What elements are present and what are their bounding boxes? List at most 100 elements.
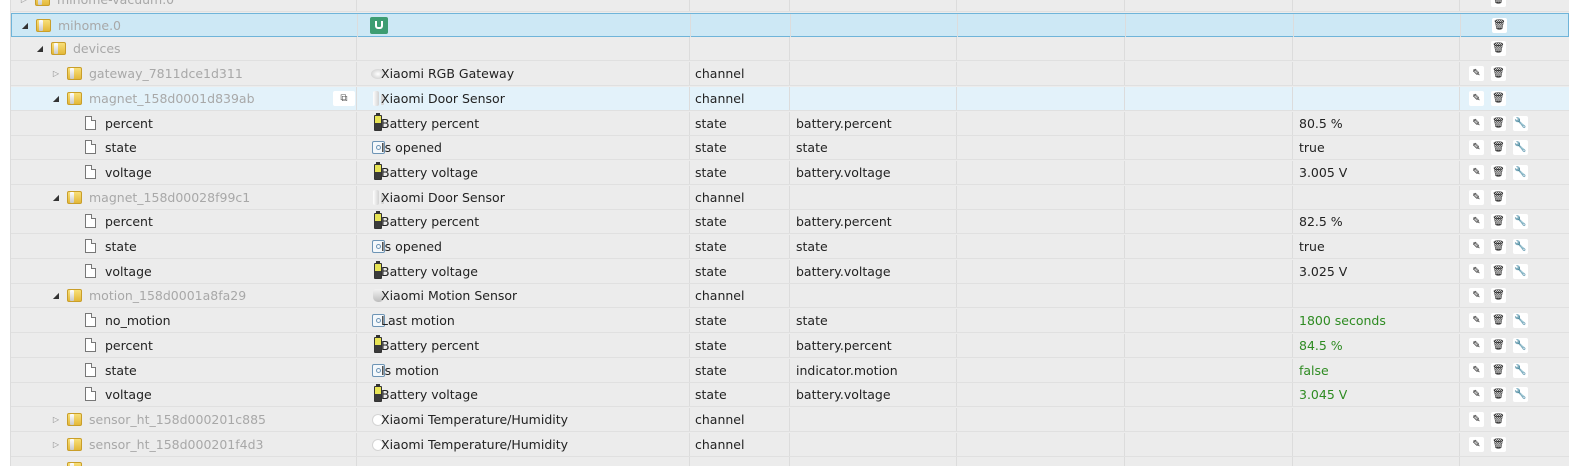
- object-id[interactable]: sensor_ht_158d000201c885: [89, 408, 266, 431]
- object-value[interactable]: true: [1299, 136, 1325, 159]
- object-id[interactable]: voltage: [105, 260, 152, 283]
- tree-row[interactable]: [11, 457, 1569, 466]
- collapse-toggle-icon[interactable]: ◢: [20, 14, 30, 37]
- delete-button[interactable]: 🗑: [1491, 337, 1506, 353]
- expand-toggle-icon[interactable]: ▷: [51, 62, 61, 85]
- object-id[interactable]: sensor_ht_158d000201f4d3: [89, 433, 264, 456]
- edit-button[interactable]: ✎: [1469, 164, 1484, 180]
- delete-button[interactable]: 🗑: [1491, 436, 1506, 452]
- tree-row[interactable]: voltage Battery voltage state battery.volta…: [11, 259, 1569, 284]
- tree-row[interactable]: ▷ sensor_ht_158d000201c885 Xiaomi Temperat…: [11, 407, 1569, 432]
- collapse-toggle-icon[interactable]: ◢: [51, 186, 61, 209]
- tree-row[interactable]: no_motion Last motion state state 1800 secon…: [11, 309, 1569, 334]
- tree-row[interactable]: state Is opened state state true ✎ 🗑 🔧: [11, 136, 1569, 161]
- object-id[interactable]: mihome-vacuum.0: [57, 0, 174, 11]
- edit-button[interactable]: ✎: [1469, 189, 1484, 205]
- expand-toggle-icon[interactable]: ▷: [19, 0, 29, 11]
- copy-id-button[interactable]: ⧉: [333, 90, 355, 106]
- custom-settings-button[interactable]: 🔧: [1513, 362, 1528, 378]
- edit-button[interactable]: ✎: [1469, 313, 1484, 329]
- object-id[interactable]: devices: [73, 37, 121, 60]
- delete-button[interactable]: 🗑: [1491, 411, 1506, 427]
- tree-row[interactable]: ◢ magnet_158d00028f99c1 Xiaomi Door Sensor…: [11, 185, 1569, 210]
- tree-row[interactable]: voltage Battery voltage state battery.volta…: [11, 383, 1569, 408]
- delete-button[interactable]: 🗑: [1491, 66, 1506, 82]
- tree-row[interactable]: percent Battery percent state battery.perce…: [11, 111, 1569, 136]
- object-id[interactable]: magnet_158d0001d839ab: [89, 87, 255, 110]
- tree-row[interactable]: ◢ magnet_158d0001d839ab ⧉ Xiaomi Door Senso…: [11, 86, 1569, 111]
- custom-settings-button[interactable]: 🔧: [1513, 387, 1528, 403]
- delete-button[interactable]: 🗑: [1491, 362, 1506, 378]
- delete-button[interactable]: 🗑: [1491, 41, 1506, 57]
- delete-button[interactable]: 🗑: [1491, 0, 1506, 7]
- tree-row[interactable]: ◢ devices 🗑: [11, 37, 1569, 62]
- delete-button[interactable]: 🗑: [1491, 313, 1506, 329]
- edit-button[interactable]: ✎: [1469, 239, 1484, 254]
- delete-button[interactable]: 🗑: [1491, 189, 1506, 205]
- edit-button[interactable]: ✎: [1469, 337, 1484, 353]
- object-value[interactable]: 3.005 V: [1299, 161, 1347, 184]
- custom-settings-button[interactable]: 🔧: [1513, 313, 1528, 329]
- tree-row[interactable]: ◢ mihome.0 🗑: [11, 12, 1569, 37]
- object-id[interactable]: mihome.0: [58, 14, 121, 37]
- tree-row[interactable]: ▷ sensor_ht_158d000201f4d3 Xiaomi Temperat…: [11, 432, 1569, 457]
- custom-settings-button[interactable]: 🔧: [1513, 239, 1528, 254]
- tree-row[interactable]: percent Battery percent state battery.perce…: [11, 333, 1569, 358]
- object-id[interactable]: state: [105, 235, 137, 258]
- tree-row[interactable]: state Is motion state indicator.motion false…: [11, 358, 1569, 383]
- edit-button[interactable]: ✎: [1469, 411, 1484, 427]
- expand-toggle-icon[interactable]: ▷: [51, 433, 61, 456]
- custom-settings-button[interactable]: 🔧: [1513, 115, 1528, 131]
- delete-button[interactable]: 🗑: [1491, 263, 1506, 279]
- delete-button[interactable]: 🗑: [1492, 17, 1507, 33]
- object-id[interactable]: gateway_7811dce1d311: [89, 62, 243, 85]
- object-value[interactable]: 3.025 V: [1299, 260, 1347, 283]
- custom-settings-button[interactable]: 🔧: [1513, 164, 1528, 180]
- delete-button[interactable]: 🗑: [1491, 164, 1506, 180]
- object-id[interactable]: percent: [105, 112, 153, 135]
- object-value[interactable]: 80.5 %: [1299, 112, 1343, 135]
- object-id[interactable]: state: [105, 136, 137, 159]
- object-id[interactable]: magnet_158d00028f99c1: [89, 186, 250, 209]
- edit-button[interactable]: ✎: [1469, 66, 1484, 82]
- tree-row[interactable]: percent Battery percent state battery.perce…: [11, 210, 1569, 235]
- collapse-toggle-icon[interactable]: ◢: [35, 37, 45, 60]
- tree-row[interactable]: ▷ gateway_7811dce1d311 Xiaomi RGB Gateway c…: [11, 62, 1569, 87]
- custom-settings-button[interactable]: 🔧: [1513, 140, 1528, 156]
- object-value[interactable]: 82.5 %: [1299, 210, 1343, 233]
- delete-button[interactable]: 🗑: [1491, 387, 1506, 403]
- expand-toggle-icon[interactable]: ▷: [51, 408, 61, 431]
- edit-button[interactable]: ✎: [1469, 90, 1484, 106]
- edit-button[interactable]: ✎: [1469, 214, 1484, 230]
- custom-settings-button[interactable]: 🔧: [1513, 263, 1528, 279]
- tree-row[interactable]: ▷ mihome-vacuum.0 🗑: [11, 0, 1569, 12]
- object-id[interactable]: percent: [105, 334, 153, 357]
- object-value[interactable]: false: [1299, 359, 1329, 382]
- delete-button[interactable]: 🗑: [1491, 239, 1506, 254]
- edit-button[interactable]: ✎: [1469, 115, 1484, 131]
- custom-settings-button[interactable]: 🔧: [1513, 214, 1528, 230]
- tree-row[interactable]: voltage Battery voltage state battery.volta…: [11, 160, 1569, 185]
- delete-button[interactable]: 🗑: [1491, 115, 1506, 131]
- object-id[interactable]: voltage: [105, 161, 152, 184]
- delete-button[interactable]: 🗑: [1491, 90, 1506, 106]
- object-id[interactable]: motion_158d0001a8fa29: [89, 284, 246, 307]
- edit-button[interactable]: ✎: [1469, 263, 1484, 279]
- delete-button[interactable]: 🗑: [1491, 288, 1506, 304]
- tree-row[interactable]: ◢ motion_158d0001a8fa29 Xiaomi Motion Sens…: [11, 284, 1569, 309]
- object-value[interactable]: 1800 seconds: [1299, 309, 1386, 332]
- edit-button[interactable]: ✎: [1469, 288, 1484, 304]
- delete-button[interactable]: 🗑: [1491, 140, 1506, 156]
- collapse-toggle-icon[interactable]: ◢: [51, 284, 61, 307]
- object-value[interactable]: true: [1299, 235, 1325, 258]
- collapse-toggle-icon[interactable]: ◢: [51, 87, 61, 110]
- edit-button[interactable]: ✎: [1469, 362, 1484, 378]
- object-id[interactable]: no_motion: [105, 309, 171, 332]
- object-id[interactable]: percent: [105, 210, 153, 233]
- tree-row[interactable]: state Is opened state state true ✎ 🗑 🔧: [11, 235, 1569, 259]
- object-value[interactable]: 84.5 %: [1299, 334, 1343, 357]
- edit-button[interactable]: ✎: [1469, 140, 1484, 156]
- edit-button[interactable]: ✎: [1469, 436, 1484, 452]
- object-value[interactable]: 3.045 V: [1299, 383, 1347, 406]
- edit-button[interactable]: ✎: [1469, 387, 1484, 403]
